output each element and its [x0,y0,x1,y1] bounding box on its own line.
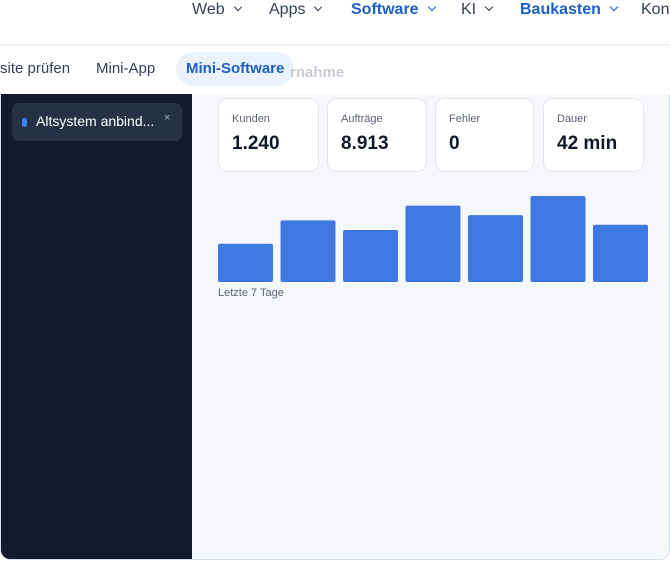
stat-label: Dauer [557,113,587,125]
sidebar-item-label: Altsystem anbind... [36,113,155,129]
nav-baukasten[interactable]: Baukasten [520,0,619,20]
nav-software-label: Software [351,1,419,18]
chart-caption: Letzte 7 Tage [218,287,284,299]
nav-web-label: Web [192,1,225,18]
sidebar-item-altsystem[interactable]: Altsystem anbind... × [12,103,182,141]
chart-bar-2 [280,220,336,282]
app-window: Altsystem anbind... × Kunden 1.240 Auftr… [0,94,670,560]
chart-bar-5 [468,215,523,282]
chevron-down-icon [484,2,494,12]
nav-ki[interactable]: KI [461,0,494,20]
chevron-down-icon [609,2,619,12]
stat-value: 8.913 [341,133,389,154]
nav-software[interactable]: Software [351,0,436,20]
chart-bar-4 [405,205,461,282]
status-dot-icon [22,118,27,127]
chevron-down-icon [233,2,242,12]
nav-baukasten-label: Baukasten [520,1,601,18]
bar-chart [218,196,648,282]
stat-label: Fehler [449,113,481,125]
tab-mini-app[interactable]: Mini-App [86,52,165,86]
stat-card-dauer: Dauer 42 min [543,98,644,172]
chart-bar-1 [218,243,273,282]
nav-web[interactable]: Web [192,0,242,20]
chevron-down-icon [427,2,436,12]
stat-value: 0 [449,133,460,154]
stat-label: Kunden [232,113,270,125]
nav-kontakt-label: Kont [641,1,670,18]
tab-website-pruefen[interactable]: site prüfen [0,52,80,86]
nav-ki-label: KI [461,1,477,18]
stat-value: 42 min [557,133,618,154]
chart-bar-3 [343,230,398,282]
stat-card-auftraege: Aufträge 8.913 [327,98,427,172]
chart-bar-7 [593,224,648,282]
sidebar: Altsystem anbind... × [1,94,192,559]
stat-value: 1.240 [232,133,280,154]
stat-card-kunden: Kunden 1.240 [218,98,319,172]
stat-card-fehler: Fehler 0 [435,98,534,172]
background-heading: rnahme [290,64,345,81]
top-navigation: Web Apps Software KI Baukasten Kont [0,0,670,45]
close-icon[interactable]: × [164,112,170,124]
stat-label: Aufträge [341,113,383,125]
chart-bar-6 [530,196,586,282]
nav-kontakt[interactable]: Kont [641,0,670,20]
nav-apps[interactable]: Apps [269,0,323,20]
nav-apps-label: Apps [269,1,306,18]
tab-mini-software[interactable]: Mini-Software [176,52,295,86]
chevron-down-icon [314,2,323,12]
